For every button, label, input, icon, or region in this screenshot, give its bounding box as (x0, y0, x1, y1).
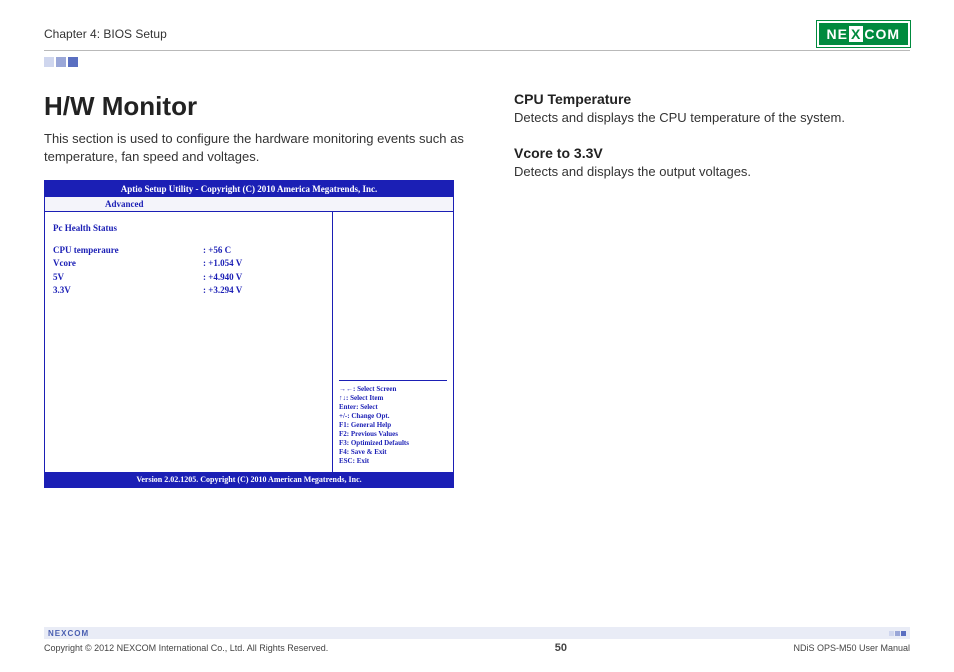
bios-side-panel: →←: Select Screen↑↓: Select ItemEnter: S… (333, 212, 453, 472)
bios-footer-bar: Version 2.02.1205. Copyright (C) 2010 Am… (45, 472, 453, 487)
brand-logo: NEXCOM (817, 22, 910, 46)
subhead-vcore: Vcore to 3.3V (514, 145, 910, 161)
page-header: Chapter 4: BIOS Setup NEXCOM (44, 22, 910, 51)
page-footer: NEXCOM Copyright © 2012 NEXCOM Internati… (44, 627, 910, 654)
subtext-cpu-temp: Detects and displays the CPU temperature… (514, 109, 910, 127)
decor-squares (44, 57, 910, 67)
bios-screenshot: Aptio Setup Utility - Copyright (C) 2010… (44, 180, 454, 488)
bios-help-line: F1: General Help (339, 421, 447, 430)
bios-title-bar: Aptio Setup Utility - Copyright (C) 2010… (45, 181, 453, 197)
bios-section-header: Pc Health Status (53, 222, 324, 236)
bios-help-line: →←: Select Screen (339, 385, 447, 394)
bios-row-value: : +4.940 V (203, 271, 242, 285)
bios-help-panel: →←: Select Screen↑↓: Select ItemEnter: S… (339, 380, 447, 467)
logo-text-pre: NE (827, 26, 848, 42)
page-number: 50 (555, 642, 567, 654)
bios-row-value: : +3.294 V (203, 284, 242, 298)
subhead-cpu-temp: CPU Temperature (514, 91, 910, 107)
footer-manual: NDiS OPS-M50 User Manual (793, 643, 910, 653)
bios-help-line: ESC: Exit (339, 457, 447, 466)
bios-help-line: ↑↓: Select Item (339, 394, 447, 403)
bios-row-value: : +56 C (203, 244, 231, 258)
bios-row-label: CPU temperaure (53, 244, 203, 258)
page-title: H/W Monitor (44, 91, 474, 122)
footer-decor-icon (889, 631, 906, 636)
bios-row-label: 5V (53, 271, 203, 285)
footer-copyright: Copyright © 2012 NEXCOM International Co… (44, 643, 328, 653)
bios-row: 3.3V: +3.294 V (53, 284, 324, 298)
bios-tab-advanced: Advanced (45, 197, 453, 212)
footer-logo: NEXCOM (48, 629, 89, 638)
bios-help-line: Enter: Select (339, 403, 447, 412)
bios-help-line: F3: Optimized Defaults (339, 439, 447, 448)
bios-row-label: Vcore (53, 257, 203, 271)
intro-text: This section is used to configure the ha… (44, 130, 474, 166)
logo-text-x: X (849, 26, 863, 42)
logo-text-post: COM (864, 26, 900, 42)
subtext-vcore: Detects and displays the output voltages… (514, 163, 910, 181)
bios-row: 5V: +4.940 V (53, 271, 324, 285)
bios-row-label: 3.3V (53, 284, 203, 298)
bios-help-line: F2: Previous Values (339, 430, 447, 439)
bios-row: Vcore: +1.054 V (53, 257, 324, 271)
bios-help-line: +/-: Change Opt. (339, 412, 447, 421)
chapter-label: Chapter 4: BIOS Setup (44, 27, 167, 41)
bios-row-value: : +1.054 V (203, 257, 242, 271)
bios-help-line: F4: Save & Exit (339, 448, 447, 457)
bios-main-panel: Pc Health Status CPU temperaure: +56 CVc… (45, 212, 333, 472)
bios-row: CPU temperaure: +56 C (53, 244, 324, 258)
